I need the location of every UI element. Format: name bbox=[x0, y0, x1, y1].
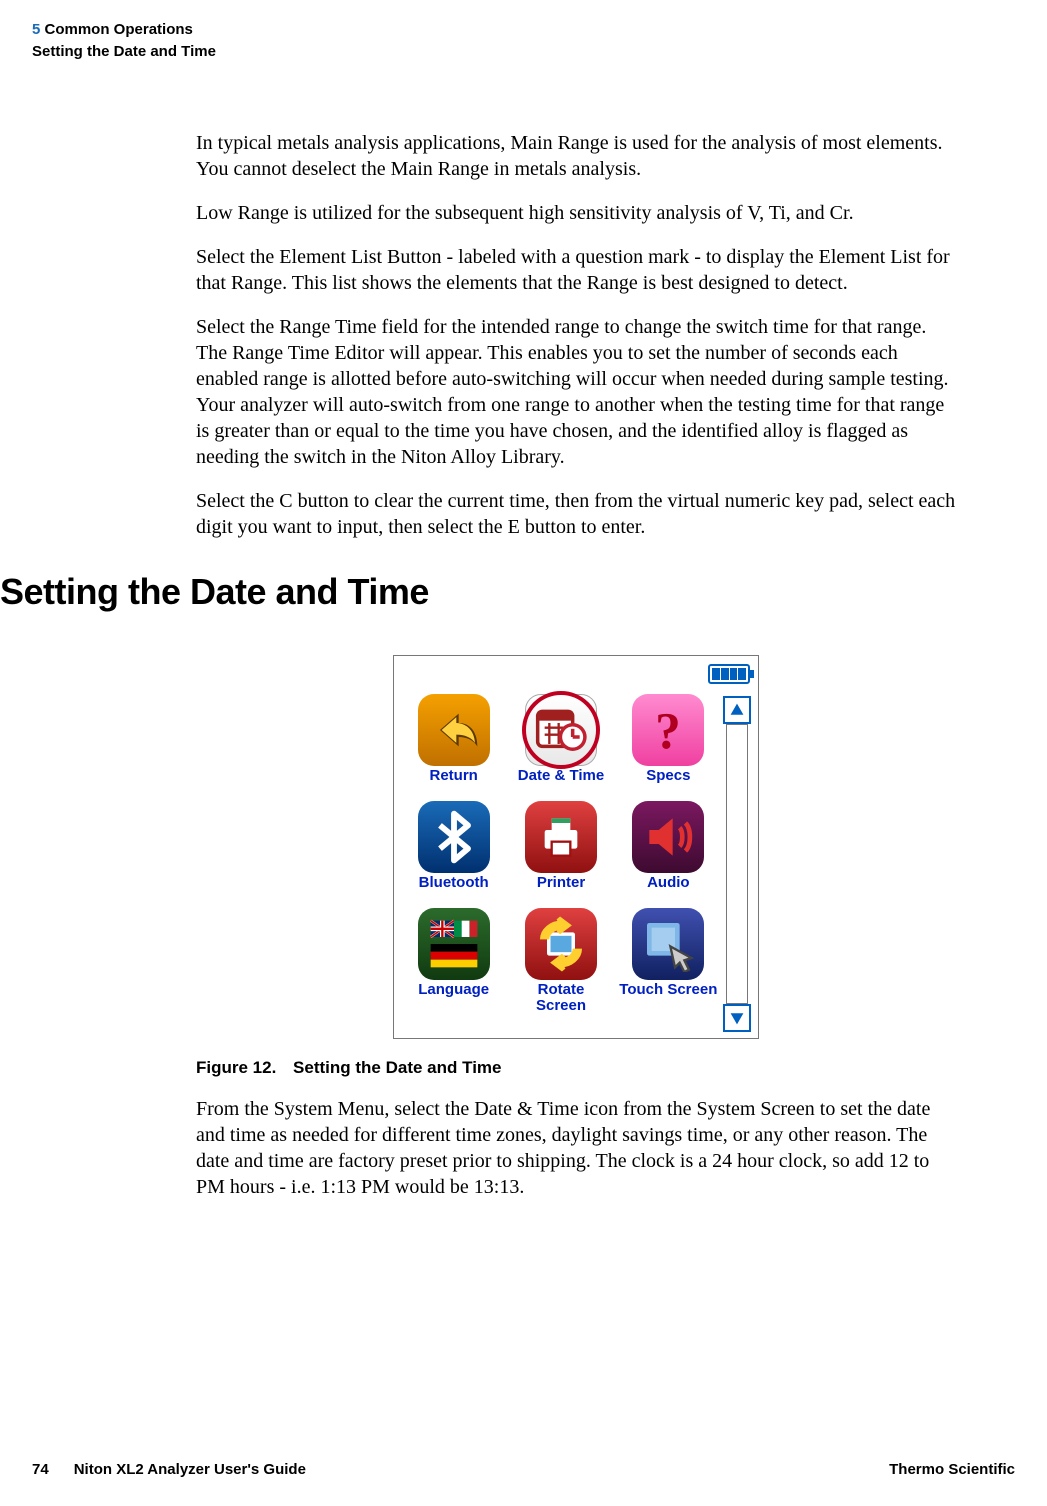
menu-label: Language bbox=[404, 982, 503, 998]
menu-item-date-time[interactable]: Date & Time bbox=[511, 694, 610, 797]
body-paragraph: Select the C button to clear the current… bbox=[196, 488, 956, 540]
menu-label: Date & Time bbox=[511, 768, 610, 784]
page-number: 74 bbox=[32, 1461, 49, 1478]
figure-caption: Figure 12. Setting the Date and Time bbox=[196, 1057, 956, 1080]
page-footer: 74 Niton XL2 Analyzer User's Guide Therm… bbox=[0, 1460, 1047, 1480]
device-screenshot: Return bbox=[393, 655, 759, 1039]
question-icon: ? bbox=[632, 694, 704, 766]
guide-title: Niton XL2 Analyzer User's Guide bbox=[74, 1461, 306, 1478]
body-paragraph: In typical metals analysis applications,… bbox=[196, 130, 956, 182]
menu-item-rotate-screen[interactable]: Rotate Screen bbox=[511, 908, 610, 1027]
figure: Return bbox=[196, 655, 956, 1039]
menu-item-bluetooth[interactable]: Bluetooth bbox=[404, 801, 503, 904]
svg-text:?: ? bbox=[655, 703, 681, 757]
flags-icon bbox=[418, 908, 490, 980]
body-paragraph: Select the Range Time field for the inte… bbox=[196, 314, 956, 470]
page-header: 5 Common Operations Setting the Date and… bbox=[0, 20, 1047, 63]
body-paragraph: From the System Menu, select the Date & … bbox=[196, 1096, 956, 1200]
section-heading: Setting the Date and Time bbox=[0, 568, 956, 617]
menu-item-return[interactable]: Return bbox=[404, 694, 503, 797]
menu-item-audio[interactable]: Audio bbox=[619, 801, 718, 904]
menu-item-touch-screen[interactable]: Touch Screen bbox=[619, 908, 718, 1027]
menu-grid: Return bbox=[400, 690, 722, 1032]
figure-title: Setting the Date and Time bbox=[293, 1058, 501, 1077]
menu-label: Bluetooth bbox=[404, 875, 503, 891]
scrollbar[interactable] bbox=[722, 690, 752, 1032]
touch-icon bbox=[632, 908, 704, 980]
scroll-down-button[interactable] bbox=[723, 1004, 751, 1032]
menu-label: Touch Screen bbox=[619, 982, 718, 998]
speaker-icon bbox=[632, 801, 704, 873]
body-paragraph: Select the Element List Button - labeled… bbox=[196, 244, 956, 296]
footer-company: Thermo Scientific bbox=[889, 1460, 1015, 1480]
chapter-number: 5 bbox=[32, 21, 40, 38]
chevron-down-icon bbox=[729, 1010, 745, 1026]
return-icon bbox=[418, 694, 490, 766]
bluetooth-icon bbox=[418, 801, 490, 873]
header-section-title: Setting the Date and Time bbox=[32, 42, 1015, 62]
calendar-clock-icon bbox=[525, 694, 597, 766]
menu-item-printer[interactable]: Printer bbox=[511, 801, 610, 904]
battery-icon bbox=[708, 664, 750, 684]
menu-item-language[interactable]: Language bbox=[404, 908, 503, 1027]
figure-number: Figure 12. bbox=[196, 1058, 276, 1077]
header-chapter-line: 5 Common Operations bbox=[32, 20, 1015, 40]
scroll-track[interactable] bbox=[726, 724, 748, 1004]
footer-left: 74 Niton XL2 Analyzer User's Guide bbox=[32, 1460, 306, 1480]
chevron-up-icon bbox=[729, 702, 745, 718]
chapter-title: Common Operations bbox=[45, 21, 193, 38]
menu-label: Specs bbox=[619, 768, 718, 784]
scroll-up-button[interactable] bbox=[723, 696, 751, 724]
body-paragraph: Low Range is utilized for the subsequent… bbox=[196, 200, 956, 226]
printer-icon bbox=[525, 801, 597, 873]
rotate-icon bbox=[525, 908, 597, 980]
menu-label: Return bbox=[404, 768, 503, 784]
menu-item-specs[interactable]: ? Specs bbox=[619, 694, 718, 797]
menu-label: Audio bbox=[619, 875, 718, 891]
menu-label: Printer bbox=[511, 875, 610, 891]
menu-label: Rotate Screen bbox=[511, 982, 610, 1014]
page-content: In typical metals analysis applications,… bbox=[196, 130, 956, 1218]
